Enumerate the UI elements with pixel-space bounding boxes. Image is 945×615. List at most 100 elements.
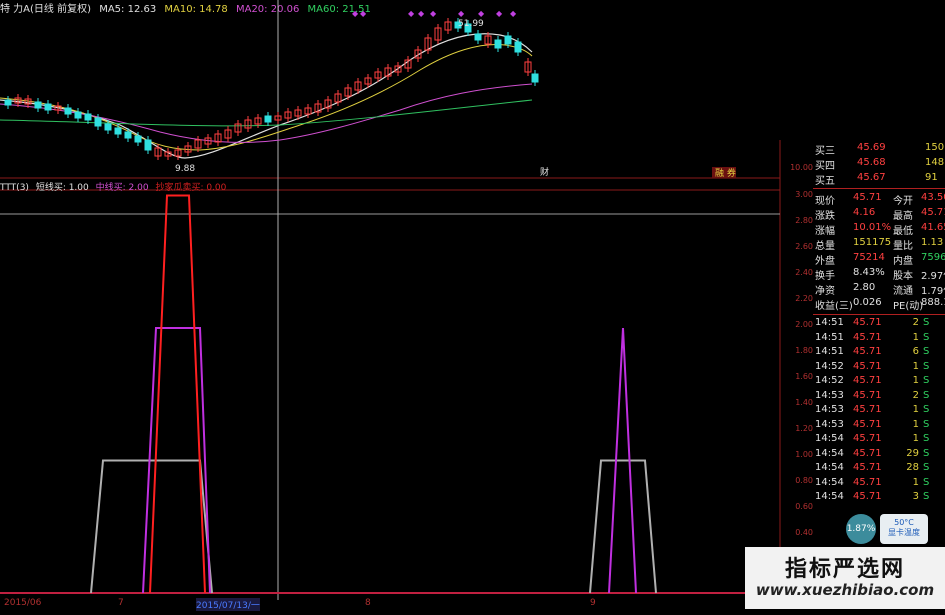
tick-volume: 1 — [912, 433, 919, 444]
y-axis-label: 1.40 — [795, 398, 813, 407]
candle-body — [74, 111, 82, 119]
ask-row: 买五 45.67 91 — [813, 172, 945, 187]
tick-time: 14:51 — [815, 331, 844, 343]
stat-label: 最高 — [893, 211, 913, 222]
candle-body — [514, 41, 522, 53]
tick-time: 14:54 — [815, 462, 844, 473]
tick-volume: 28 — [906, 462, 919, 473]
tick-side: S — [923, 476, 930, 488]
cursor-date: 2015/07/13/一 — [196, 598, 260, 611]
ask-volume: 148 — [925, 157, 945, 168]
y-axis-label: 3.00 — [795, 190, 813, 199]
indicator-y-axis: 10.00 3.00 2.80 2.60 2.40 2.20 2.00 1.80 1.60 1.… — [780, 0, 813, 609]
ask-label: 买三 — [815, 146, 835, 157]
mid-buy-label: 中线买: 2.00 — [95, 183, 149, 193]
stat-label: 外盘 — [815, 256, 835, 267]
y-axis-label: 0.40 — [795, 528, 813, 537]
candle-body — [531, 73, 539, 83]
tick-time: 14:54 — [815, 491, 844, 502]
stat-row: 涨幅 10.01% 最低 41.65 — [813, 222, 945, 237]
cpu-usage-badge[interactable]: 1.87% — [846, 514, 876, 544]
stat-row: 收益(三) 0.026 PE(动) 888.1 — [813, 297, 945, 312]
tick-time: 14:53 — [815, 389, 844, 401]
watermark-cn: 指标严选网 — [784, 557, 905, 582]
stat-value: 45.71 — [853, 192, 882, 203]
candle-body — [44, 103, 52, 111]
tick-row: 14:51 45.71 6 S — [813, 346, 945, 359]
tick-price: 45.71 — [853, 476, 882, 488]
tick-side: S — [923, 331, 930, 343]
tick-volume: 3 — [912, 491, 919, 502]
tick-side: S — [923, 317, 930, 328]
y-axis-label: 1.80 — [795, 346, 813, 355]
candle-body — [94, 117, 102, 127]
tick-volume: 29 — [906, 447, 919, 459]
y-axis-label: 2.60 — [795, 242, 813, 251]
candle-body — [104, 123, 112, 131]
ma10-line — [0, 43, 533, 151]
stat-value: 8.43% — [853, 267, 885, 278]
tick-row: 14:54 45.71 1 S — [813, 433, 945, 446]
stat-label: 流通 — [893, 286, 913, 297]
tick-volume: 1 — [912, 375, 919, 386]
indicator-name: TTT(3) — [0, 183, 29, 193]
tick-volume: 1 — [912, 404, 919, 415]
signal-dot: ◆ — [360, 9, 367, 18]
watermark-url: www.xuezhibiao.com — [755, 581, 935, 599]
event-marker: 财 — [540, 166, 549, 178]
tick-side: S — [923, 433, 930, 444]
gpu-temp-widget[interactable]: 50°C 显卡温度 — [880, 514, 928, 544]
y-axis-label: 1.60 — [795, 372, 813, 381]
candle-body — [114, 127, 122, 135]
stat-value: 75961 — [921, 252, 945, 263]
tick-price: 45.71 — [853, 389, 882, 401]
stat-label: 换手 — [815, 271, 835, 282]
watermark: 指标严选网 www.xuezhibiao.com — [745, 547, 945, 609]
stat-value: 2.80 — [853, 282, 876, 293]
stat-label: 股本 — [893, 271, 913, 282]
tick-side: S — [923, 462, 930, 473]
y-axis-label: 1.20 — [795, 424, 813, 433]
tick-side: S — [923, 404, 930, 415]
indicator-legend: TTT(3) 短线买: 1.00 中线买: 2.00 抄家瓜卖买: 0.00 — [0, 180, 226, 193]
exit-signal-line-2 — [589, 459, 657, 594]
gpu-temp-value: 50°C — [894, 518, 914, 527]
stat-label: 收益(三) — [815, 301, 853, 312]
tick-price: 45.71 — [853, 331, 882, 343]
candle-body — [494, 39, 502, 49]
candle-body — [34, 101, 42, 109]
stat-label: 内盘 — [893, 256, 913, 267]
stat-row: 换手 8.43% 股本 2.97亿 — [813, 267, 945, 282]
low-price-label: 9.88 — [175, 164, 195, 174]
ttt-indicator-lines — [90, 194, 657, 594]
signal-dots: ◆ ◆ ◆ ◆ ◆ ◆ ◆ ◆ ◆ — [352, 9, 517, 18]
event-tag: 融 券 — [715, 167, 736, 179]
stat-value: 10.01% — [853, 222, 892, 233]
tick-row: 14:52 45.71 1 S — [813, 361, 945, 374]
tick-side: S — [923, 360, 930, 372]
stat-row: 净资 2.80 流通 1.79亿 — [813, 282, 945, 297]
tick-volume: 2 — [912, 389, 919, 401]
stat-label: 净资 — [815, 286, 835, 297]
stat-value: 1.13 — [921, 237, 944, 248]
stat-label: 总量 — [815, 241, 835, 252]
tick-row: 14:53 45.71 1 S — [813, 419, 945, 432]
tick-price: 45.71 — [853, 375, 882, 386]
signal-dot: ◆ — [352, 9, 359, 18]
stat-value: 45.71 — [921, 207, 945, 218]
ask-price: 45.68 — [857, 157, 886, 168]
stat-label: PE(动) — [893, 301, 924, 312]
tick-price: 45.71 — [853, 433, 882, 444]
tick-volume: 1 — [912, 418, 919, 430]
candle-body — [124, 131, 132, 139]
tick-row: 14:54 45.71 29 S — [813, 448, 945, 461]
stat-label: 今开 — [893, 196, 913, 207]
tick-time: 14:52 — [815, 375, 844, 386]
ask-volume: 91 — [925, 172, 938, 183]
stat-value: 888.1 — [921, 297, 945, 308]
stat-row: 总量 151175 量比 1.13 — [813, 237, 945, 252]
candle-body — [504, 35, 512, 45]
stat-row: 现价 45.71 今开 43.50 — [813, 192, 945, 207]
stat-value: 1.79亿 — [921, 286, 945, 297]
tick-row: 14:52 45.71 1 S — [813, 375, 945, 388]
